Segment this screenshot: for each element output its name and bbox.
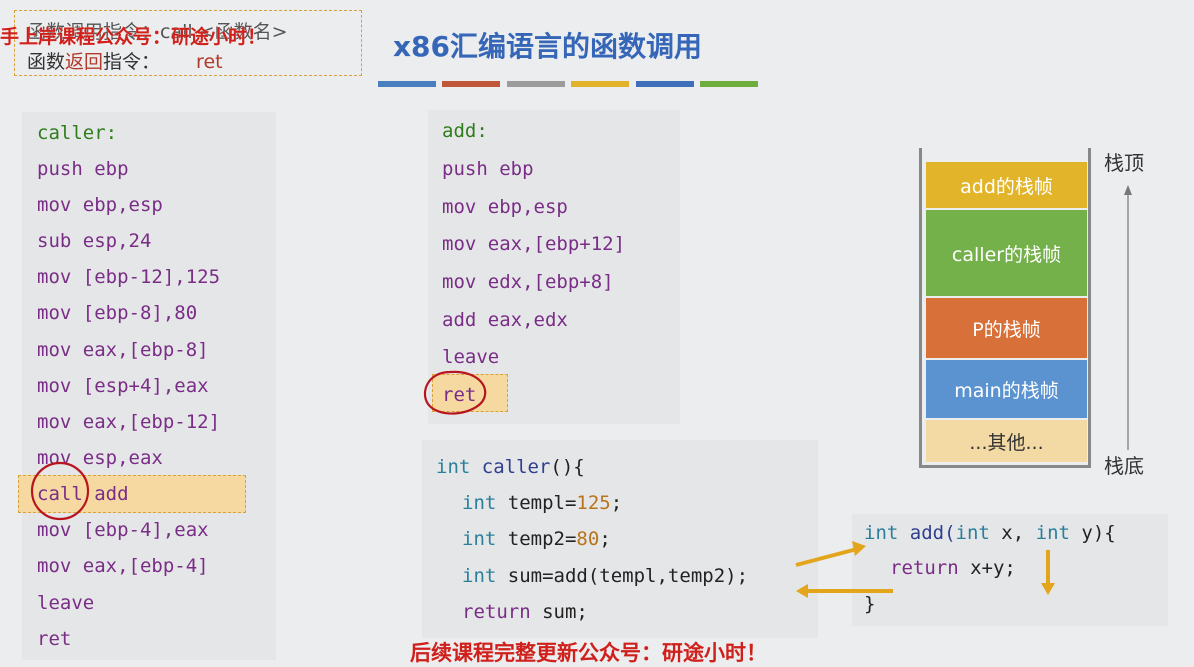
title-bar [442, 81, 500, 87]
code-line: push ebp [442, 158, 534, 180]
code-line: mov [ebp-12],125 [37, 266, 221, 288]
c-token: = [564, 492, 577, 514]
c-token: int [436, 456, 471, 478]
c-token: temp2 [496, 528, 565, 550]
stack-diagram: add的栈帧 caller的栈帧 P的栈帧 main的栈帧 ...其他... [919, 148, 1091, 468]
c-token: int [462, 528, 497, 550]
c-token: add( [898, 522, 956, 544]
code-text: push ebp [37, 158, 129, 180]
ret-note-prefix: 函数 [27, 51, 66, 73]
c-line: int templ=125; [462, 492, 622, 514]
c-token: caller [470, 456, 551, 478]
code-line: sub esp,24 [37, 230, 152, 252]
c-token: templ [496, 492, 565, 514]
c-token: int [864, 522, 899, 544]
c-token: int [462, 492, 497, 514]
c-token: 125 [576, 492, 611, 514]
c-token: sum [496, 565, 543, 587]
code-line: mov eax,[ebp-4] [37, 555, 209, 577]
code-line: caller: [37, 122, 118, 144]
c-token: x, [989, 522, 1036, 544]
code-line: mov ebp,esp [442, 196, 568, 218]
c-token: int [1035, 522, 1070, 544]
c-line: int caller(){ [436, 456, 585, 478]
c-token: int [462, 565, 497, 587]
code-line: mov [esp+4],eax [37, 375, 209, 397]
watermark-top: 手上岸课程公众号：研途小时！ [0, 26, 267, 48]
code-line: mov eax,[ebp-8] [37, 339, 209, 361]
c-line: return x+y; [890, 557, 1016, 579]
c-token: x+y; [958, 557, 1016, 579]
code-line: mov [ebp-8],80 [37, 302, 198, 324]
stack-frame-add: add的栈帧 [926, 162, 1087, 208]
code-line: leave [442, 346, 500, 368]
code-line: ret [37, 628, 72, 650]
title-bar [636, 81, 694, 87]
c-line: int temp2=80; [462, 528, 611, 550]
c-line: } [864, 593, 876, 615]
c-token: ; [599, 528, 611, 550]
stack-frame-p: P的栈帧 [926, 298, 1087, 358]
c-token: sum; [530, 601, 588, 623]
stack-top-label: 栈顶 [1104, 151, 1144, 175]
caller-assembly-panel: caller: push ebp mov ebp,esp sub esp,24 … [18, 112, 276, 660]
code-line-ret: ret [442, 384, 477, 406]
code-line: mov [ebp-4],eax [37, 519, 209, 541]
c-token: int [955, 522, 990, 544]
c-token: = [564, 528, 577, 550]
code-line: push ebp [37, 158, 129, 180]
ret-note-suffix: 指令： [103, 51, 161, 73]
code-line: add: [442, 120, 488, 142]
stack-frame-other: ...其他... [926, 420, 1087, 462]
c-add-panel: int add(int x, int y){ return x+y; } [852, 514, 1168, 626]
title-bar [378, 81, 436, 87]
title-bar [571, 81, 629, 87]
code-line: add eax,edx [442, 309, 568, 331]
watermark-bottom: 后续课程完整更新公众号：研途小时！ [410, 641, 767, 665]
c-line: return sum; [462, 601, 588, 623]
title-bar [507, 81, 565, 87]
c-token: add(templ,temp2); [553, 565, 749, 587]
code-line-call: call add [37, 483, 129, 505]
c-line: int add(int x, int y){ [864, 522, 1116, 544]
stack-frame-caller: caller的栈帧 [926, 210, 1087, 296]
code-line: mov esp,eax [37, 447, 163, 469]
stack-direction-arrow-head [1124, 185, 1132, 195]
code-line: mov edx,[ebp+8] [442, 271, 614, 293]
c-token: return [890, 557, 959, 579]
stack-bottom-label: 栈底 [1104, 454, 1144, 478]
c-token: y){ [1069, 522, 1116, 544]
stack-frame-main: main的栈帧 [926, 360, 1087, 418]
c-token: return [462, 601, 531, 623]
title-bar [700, 81, 758, 87]
ret-note-code: ret [196, 51, 223, 73]
code-line: leave [37, 592, 95, 614]
add-assembly-panel: add: push ebp mov ebp,esp mov eax,[ebp+1… [428, 110, 680, 424]
slide-title: x86汇编语言的函数调用 [393, 30, 703, 63]
c-token: (){ [550, 456, 585, 478]
c-token: = [542, 565, 554, 587]
code-line: mov ebp,esp [37, 194, 163, 216]
c-token: ; [610, 492, 623, 514]
code-line: mov eax,[ebp+12] [442, 233, 626, 255]
c-token: 80 [576, 528, 600, 550]
c-caller-panel: int caller(){ int templ=125; int temp2=8… [422, 440, 818, 638]
ret-instruction-note: 函数返回指令： ret [27, 47, 223, 74]
c-line: int sum=add(templ,temp2); [462, 565, 748, 587]
ret-note-red: 返回 [65, 51, 104, 73]
code-line: mov eax,[ebp-12] [37, 411, 221, 433]
